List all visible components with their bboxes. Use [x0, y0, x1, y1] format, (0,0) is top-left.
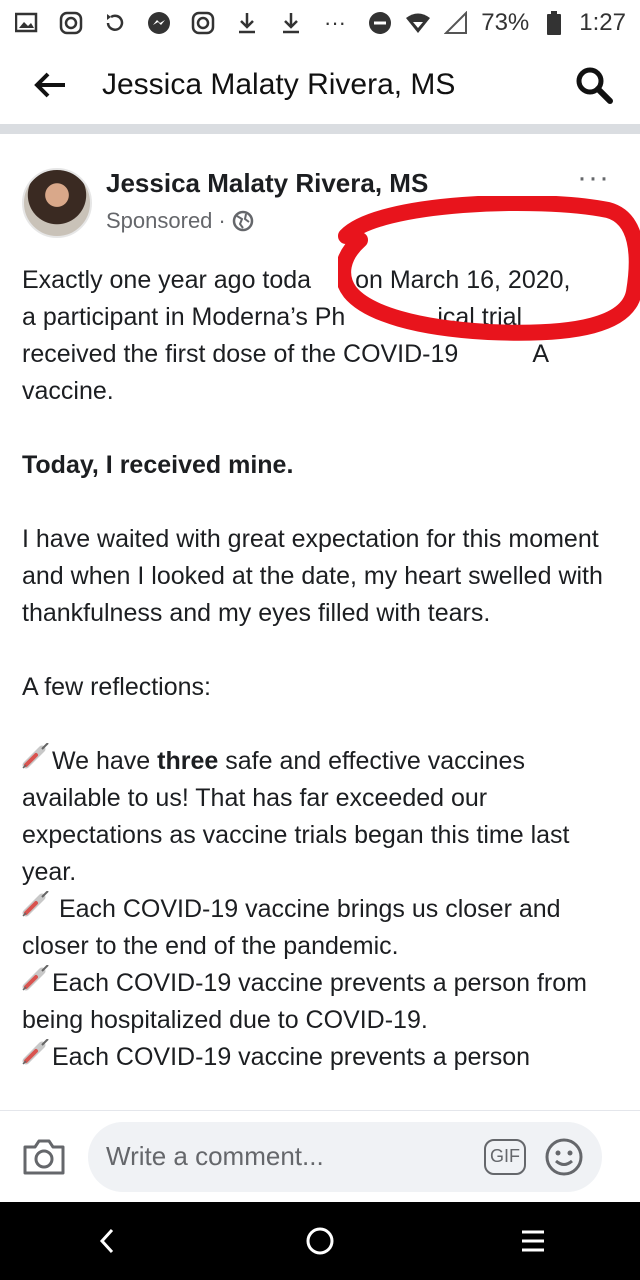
clock: 1:27 [579, 9, 626, 36]
instagram-icon [58, 10, 84, 36]
instagram-icon [190, 10, 216, 36]
text-fragment: We have [52, 747, 158, 775]
chevron-left-icon [99, 1228, 113, 1254]
author-name[interactable]: Jessica Malaty Rivera, MS [106, 168, 428, 199]
download-icon [278, 10, 304, 36]
syringe-icon [22, 1038, 52, 1076]
emoji-icon [545, 1138, 583, 1175]
page-title: Jessica Malaty Rivera, MS [102, 68, 456, 101]
comment-input[interactable]: Write a comment... GIF [88, 1121, 602, 1192]
bold-text: Today, I received mine. [22, 451, 294, 479]
nav-recents-button[interactable] [493, 1211, 573, 1271]
comment-bar: Write a comment... GIF [0, 1110, 640, 1202]
recents-icon [522, 1230, 545, 1252]
search-button[interactable] [568, 59, 620, 111]
sponsored-label: Sponsored · [106, 208, 254, 234]
bullet-2: Each COVID-19 vaccine brings us closer a… [22, 890, 622, 965]
syringe-icon [22, 742, 52, 780]
bullet-1: We have three safe and effective vaccine… [22, 742, 622, 891]
messenger-icon [146, 10, 172, 36]
syringe-icon [22, 964, 52, 1002]
paragraph-2: Today, I received mine. [22, 447, 622, 484]
bullet-3: Each COVID-19 vaccine prevents a person … [22, 964, 622, 1039]
download-icon [234, 10, 260, 36]
status-bar: ··· 73% 1:27 [0, 0, 640, 46]
text-fragment: A [532, 340, 550, 368]
paragraph-3: I have waited with great expectation for… [22, 525, 603, 627]
camera-icon [23, 1139, 65, 1174]
text-fragment: Exactly one year ago toda [22, 266, 312, 294]
gallery-icon [14, 10, 40, 36]
app-bar: Jessica Malaty Rivera, MS [0, 46, 640, 134]
search-icon [576, 67, 613, 104]
text-fragment: Each COVID-19 vaccine brings us closer a… [22, 895, 561, 960]
comment-placeholder: Write a comment... [106, 1141, 324, 1171]
nav-home-button[interactable] [280, 1211, 360, 1271]
nav-back-button[interactable] [67, 1211, 147, 1271]
emoji-button[interactable] [544, 1137, 584, 1177]
post-header: Jessica Malaty Rivera, MS Sponsored · ··… [0, 144, 640, 244]
post-body: Exactly one year ago toda on March 16, 20… [22, 262, 622, 1076]
battery-icon [541, 10, 567, 36]
text-fragment: a participant in Moderna’s Ph [22, 303, 346, 331]
gif-button[interactable]: GIF [484, 1138, 526, 1175]
sponsored-text: Sponsored [106, 208, 213, 233]
do-not-disturb-icon [367, 10, 393, 36]
signal-icon [443, 10, 469, 36]
separator: · [218, 208, 226, 233]
paragraph-4: A few reflections: [22, 673, 211, 701]
paragraph-1: Exactly one year ago toda on March 16, 20… [22, 262, 622, 410]
text-fragment: Each COVID-19 vaccine prevents a person … [22, 969, 587, 1034]
back-button[interactable] [20, 55, 80, 115]
bold-text: three [157, 747, 219, 775]
post: Jessica Malaty Rivera, MS Sponsored · ··… [0, 144, 640, 1071]
globe-icon [232, 210, 253, 232]
text-fragment: vaccine. [22, 377, 114, 405]
wifi-icon [405, 10, 431, 36]
arrow-left-icon [34, 72, 65, 98]
text-fragment: Each COVID-19 vaccine prevents a person [52, 1043, 531, 1071]
more-icon: ··· [324, 10, 346, 35]
refresh-icon [102, 10, 128, 36]
home-circle-icon [306, 1227, 334, 1255]
avatar[interactable] [22, 168, 92, 238]
bullet-4: Each COVID-19 vaccine prevents a person [22, 1038, 622, 1076]
syringe-icon [22, 890, 52, 928]
post-more-button[interactable]: ··· [577, 163, 610, 193]
text-fragment: on March 16, 2020, [355, 266, 571, 294]
system-icons: 73% 1:27 [367, 9, 626, 37]
system-nav-bar [0, 1202, 640, 1280]
battery-percent: 73% [481, 9, 530, 36]
text-fragment: ical trial [437, 303, 523, 331]
text-fragment: received the first dose of the COVID-19 [22, 340, 459, 368]
camera-button[interactable] [18, 1131, 70, 1183]
notification-icons: ··· [14, 10, 348, 36]
